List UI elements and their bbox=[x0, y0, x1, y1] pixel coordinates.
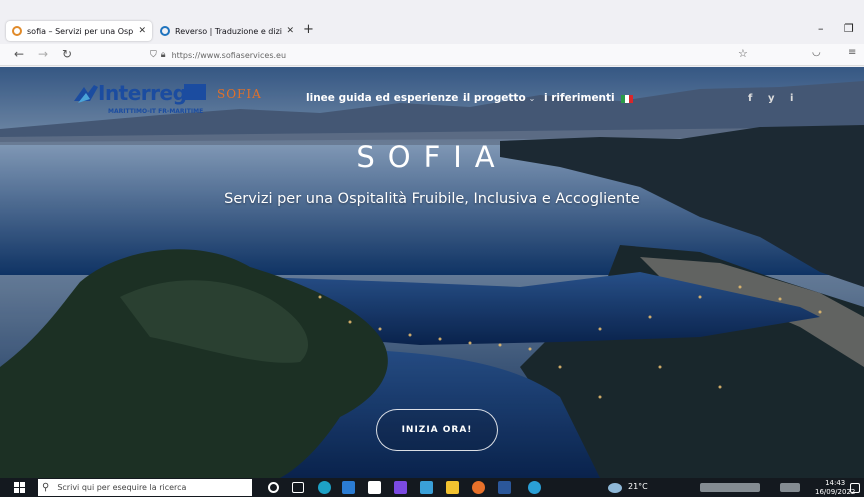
address-bar[interactable]: ⛉ 🔒︎ https://www.sofiaservices.eu bbox=[150, 46, 760, 64]
navigation-bar: ← → ↻ ⛉ 🔒︎ https://www.sofiaservices.eu … bbox=[0, 44, 864, 66]
sofia-favicon-icon bbox=[12, 26, 22, 36]
system-tray-icons[interactable] bbox=[700, 483, 760, 492]
restore-icon[interactable]: ❐ bbox=[844, 22, 854, 35]
taskbar-search-box[interactable]: ⚲ Scrivi qui per esequire la ricerca bbox=[38, 479, 252, 496]
amazon-icon[interactable] bbox=[368, 481, 381, 494]
nav-link-linee-guida[interactable]: linee guida ed esperienze ⌄ bbox=[306, 92, 468, 104]
weather-temperature[interactable]: 21°C bbox=[628, 482, 648, 491]
app-icon[interactable] bbox=[394, 481, 407, 494]
cortana-icon[interactable] bbox=[268, 482, 279, 493]
eu-flag-icon bbox=[184, 84, 206, 100]
facebook-icon[interactable]: f bbox=[748, 93, 752, 104]
reload-icon[interactable]: ↻ bbox=[62, 47, 72, 61]
task-view-icon[interactable] bbox=[292, 482, 304, 493]
search-placeholder: Scrivi qui per esequire la ricerca bbox=[57, 483, 187, 492]
tab-reverso[interactable]: Reverso | Traduzione e dizionario ✕ bbox=[154, 21, 300, 41]
word-icon[interactable] bbox=[498, 481, 511, 494]
minimize-icon[interactable]: – bbox=[818, 22, 824, 35]
chevron-down-icon: ⌄ bbox=[528, 94, 536, 103]
start-now-button[interactable]: INIZIA ORA! bbox=[376, 409, 498, 451]
nav-link-label: linee guida ed esperienze bbox=[306, 92, 459, 104]
lock-icon[interactable]: 🔒︎ bbox=[161, 50, 166, 60]
tab-title: sofia – Servizi per una Ospitalità Fruib… bbox=[27, 26, 134, 36]
nav-link-i-riferimenti[interactable]: i riferimenti bbox=[544, 92, 615, 104]
mail-icon[interactable] bbox=[420, 481, 433, 494]
interreg-subtitle: MARITTIMO-IT FR-MARITIME bbox=[108, 108, 204, 115]
interreg-logo[interactable]: Interreg MARITTIMO-IT FR-MARITIME bbox=[72, 81, 212, 123]
file-explorer-icon[interactable] bbox=[446, 481, 459, 494]
site-header: Interreg MARITTIMO-IT FR-MARITIME SOFIA … bbox=[0, 67, 864, 137]
menu-icon[interactable]: ≡ bbox=[848, 47, 856, 58]
hero-section: Interreg MARITTIMO-IT FR-MARITIME SOFIA … bbox=[0, 67, 864, 478]
search-icon: ⚲ bbox=[42, 482, 50, 493]
nav-link-label: i riferimenti bbox=[544, 92, 615, 104]
windows-start-icon[interactable] bbox=[14, 482, 25, 493]
volume-network-icons[interactable] bbox=[780, 483, 800, 492]
pocket-icon[interactable]: ◡ bbox=[812, 47, 821, 58]
hero-title: SOFIA bbox=[356, 140, 508, 174]
url-text: https://www.sofiaservices.eu bbox=[171, 50, 287, 60]
nav-link-label: il progetto bbox=[463, 92, 526, 104]
close-tab-icon[interactable]: ✕ bbox=[138, 26, 146, 36]
interreg-wordmark: Interreg bbox=[98, 81, 187, 105]
youtube-icon[interactable]: y bbox=[768, 93, 775, 104]
interreg-swoosh-icon bbox=[74, 85, 98, 103]
close-tab-icon[interactable]: ✕ bbox=[286, 26, 294, 36]
notifications-icon[interactable] bbox=[850, 483, 860, 493]
bookmark-star-icon[interactable]: ☆ bbox=[738, 47, 748, 60]
edge-icon[interactable] bbox=[318, 481, 331, 494]
new-tab-button[interactable]: + bbox=[303, 22, 314, 37]
sofia-logo[interactable]: SOFIA bbox=[217, 87, 262, 101]
tab-sofia[interactable]: sofia – Servizi per una Ospitalità Fruib… bbox=[6, 21, 152, 41]
firefox-icon[interactable] bbox=[472, 481, 485, 494]
help-icon[interactable] bbox=[528, 481, 541, 494]
italian-flag-icon[interactable] bbox=[621, 95, 633, 103]
windows-taskbar: ⚲ Scrivi qui per esequire la ricerca 21°… bbox=[0, 478, 864, 497]
tab-strip: sofia – Servizi per una Ospitalità Fruib… bbox=[0, 0, 864, 41]
reverso-favicon-icon bbox=[160, 26, 170, 36]
tab-title: Reverso | Traduzione e dizionario bbox=[175, 26, 282, 36]
forward-icon[interactable]: → bbox=[38, 47, 48, 61]
shield-icon[interactable]: ⛉ bbox=[150, 50, 157, 60]
hero-subtitle: Servizi per una Ospitalità Fruibile, Inc… bbox=[224, 191, 640, 207]
nav-link-il-progetto[interactable]: il progetto ⌄ bbox=[463, 92, 535, 104]
instagram-icon[interactable]: i bbox=[790, 93, 793, 104]
store-icon[interactable] bbox=[342, 481, 355, 494]
weather-icon[interactable] bbox=[608, 483, 622, 493]
back-icon[interactable]: ← bbox=[14, 47, 24, 61]
